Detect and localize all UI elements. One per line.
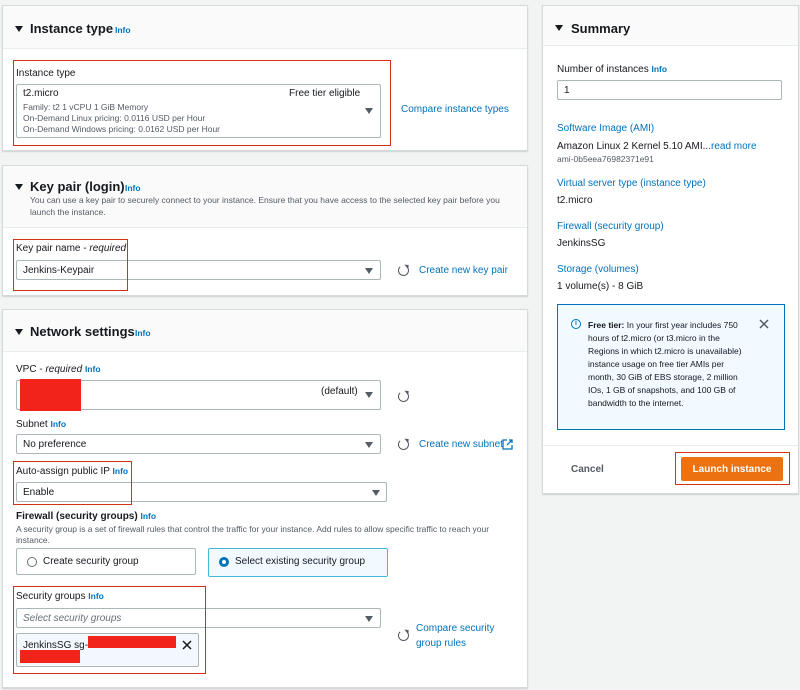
- free-tier-line: bandwidth to the internet.: [588, 398, 684, 408]
- number-of-instances-label-text: Number of instances: [557, 64, 649, 75]
- required-label: required: [45, 364, 83, 375]
- collapse-caret-icon[interactable]: [15, 184, 23, 190]
- summary-title: Summary: [571, 21, 631, 36]
- key-pair-description: You can use a key pair to securely conne…: [30, 195, 500, 217]
- free-tier-title: Free tier:: [588, 320, 625, 330]
- collapse-caret-icon[interactable]: [15, 329, 23, 335]
- refresh-icon[interactable]: [398, 439, 409, 450]
- subnet-value: No preference: [23, 439, 87, 450]
- collapse-caret-icon[interactable]: [555, 25, 563, 31]
- highlight-annotation: [13, 60, 391, 146]
- storage-summary-label[interactable]: Storage (volumes): [557, 264, 639, 275]
- radio-unselected[interactable]: [27, 557, 37, 567]
- ami-label[interactable]: Software Image (AMI): [557, 123, 654, 134]
- instance-type-summary-value: t2.micro: [557, 195, 593, 206]
- free-tier-line: instance usage on free tier AMIs per: [588, 359, 725, 369]
- external-link-icon[interactable]: [502, 439, 513, 450]
- free-tier-line: Free tier: In your first year includes 7…: [588, 319, 753, 332]
- free-tier-text: Free tier: In your first year includes 7…: [588, 319, 753, 410]
- number-of-instances-value: 1: [564, 85, 570, 96]
- compare-instance-types-link[interactable]: Compare instance types: [401, 104, 509, 115]
- number-of-instances-info-link[interactable]: Info: [652, 64, 668, 74]
- compare-security-group-rules-link-line2[interactable]: group rules: [416, 638, 466, 649]
- subnet-info-link[interactable]: Info: [50, 419, 66, 429]
- vpc-label-text: VPC -: [16, 364, 46, 375]
- refresh-icon[interactable]: [398, 630, 409, 641]
- ami-id: ami-0b5eea76982371e91: [557, 154, 654, 164]
- collapse-caret-icon[interactable]: [15, 26, 23, 32]
- summary-divider: [543, 445, 798, 446]
- firewall-info-link[interactable]: Info: [140, 511, 156, 521]
- section-title: Network settings: [30, 324, 135, 339]
- subnet-label: Subnet Info: [16, 419, 66, 430]
- close-alert-icon[interactable]: [759, 319, 769, 329]
- instance-type-panel: Instance type Info Instance type t2.micr…: [2, 5, 528, 151]
- dropdown-arrow-icon: [372, 490, 380, 496]
- radio-selected[interactable]: [219, 557, 229, 567]
- section-title: Instance type: [30, 21, 114, 36]
- ami-name: Amazon Linux 2 Kernel 5.10 AMI...: [557, 141, 711, 152]
- dropdown-arrow-icon: [365, 442, 373, 448]
- refresh-icon[interactable]: [398, 391, 409, 402]
- info-link[interactable]: Info: [115, 25, 131, 35]
- section-title: Key pair (login): [30, 179, 125, 194]
- free-tier-line: Regions in which t2.micro is unavailable…: [588, 346, 742, 356]
- firewall-summary-label[interactable]: Firewall (security group): [557, 221, 664, 232]
- free-tier-line-text: In your first year includes 750: [626, 320, 738, 330]
- firewall-label: Firewall (security groups) Info: [16, 511, 156, 522]
- dropdown-arrow-icon: [365, 268, 373, 274]
- info-circle-icon: i: [571, 319, 581, 329]
- firewall-label-text: Firewall (security groups): [16, 511, 138, 522]
- redaction-mark: [20, 379, 81, 411]
- create-security-group-label: Create security group: [43, 556, 139, 567]
- vpc-default-tag: (default): [321, 386, 358, 397]
- ami-value: Amazon Linux 2 Kernel 5.10 AMI...read mo…: [557, 141, 757, 152]
- firewall-description: A security group is a set of firewall ru…: [16, 524, 490, 545]
- dropdown-arrow-icon: [365, 616, 373, 622]
- number-of-instances-label: Number of instances Info: [557, 64, 667, 75]
- dropdown-arrow-icon: [365, 392, 373, 398]
- create-key-pair-link[interactable]: Create new key pair: [419, 265, 508, 276]
- read-more-link[interactable]: read more: [711, 141, 757, 152]
- summary-panel: Summary Number of instances Info 1 Softw…: [542, 5, 799, 494]
- highlight-annotation: [13, 239, 128, 291]
- cancel-button[interactable]: Cancel: [571, 464, 604, 475]
- instance-type-summary-label[interactable]: Virtual server type (instance type): [557, 178, 706, 189]
- highlight-annotation: [13, 461, 132, 505]
- create-subnet-link[interactable]: Create new subnet: [419, 439, 503, 450]
- free-tier-line: month, 30 GiB of EBS storage, 2 million: [588, 372, 738, 382]
- firewall-summary-value: JenkinsSG: [557, 238, 606, 249]
- subnet-label-text: Subnet: [16, 419, 48, 430]
- vpc-info-link[interactable]: Info: [85, 364, 101, 374]
- launch-instance-button[interactable]: Launch instance: [681, 457, 783, 481]
- free-tier-line: IOs, 1 GB of snapshots, and 100 GB of: [588, 385, 736, 395]
- vpc-label: VPC - required Info: [16, 364, 101, 375]
- select-existing-security-group-label: Select existing security group: [235, 556, 366, 567]
- launch-instance-label: Launch instance: [692, 464, 772, 475]
- network-settings-panel: Network settings Info VPC - required Inf…: [2, 309, 528, 688]
- info-link[interactable]: Info: [125, 183, 141, 193]
- compare-security-group-rules-link[interactable]: Compare security: [416, 623, 494, 634]
- storage-summary-value: 1 volume(s) - 8 GiB: [557, 281, 644, 292]
- key-pair-panel: Key pair (login) Info You can use a key …: [2, 165, 528, 296]
- highlight-annotation: [13, 586, 206, 674]
- info-link[interactable]: Info: [135, 328, 151, 338]
- refresh-icon[interactable]: [398, 265, 409, 276]
- free-tier-line: hours of t2.micro (or t3.micro in the: [588, 333, 720, 343]
- number-of-instances-input[interactable]: [557, 80, 782, 100]
